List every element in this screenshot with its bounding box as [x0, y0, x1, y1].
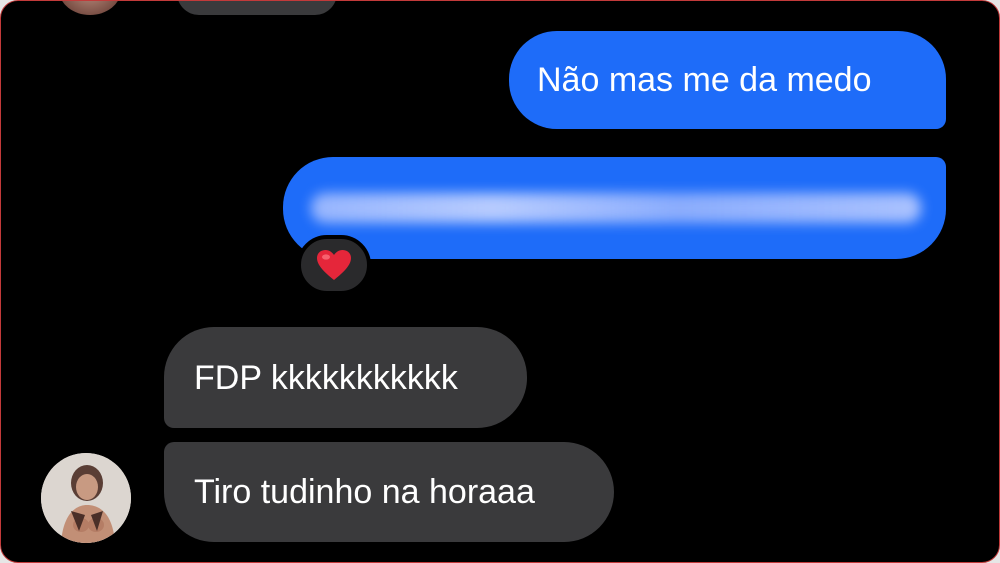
sent-message-bubble-blurred[interactable]	[283, 157, 946, 259]
heart-reaction[interactable]	[297, 235, 371, 295]
received-message-bubble[interactable]: FDP kkkkkkkkkkk	[164, 327, 527, 428]
contact-avatar[interactable]	[41, 453, 131, 543]
contact-avatar-partial	[59, 1, 121, 15]
sent-message-bubble[interactable]: Não mas me da medo	[509, 31, 946, 129]
received-bubble-partial	[177, 1, 337, 15]
message-text: Tiro tudinho na horaaa	[194, 473, 535, 511]
message-text: FDP kkkkkkkkkkk	[194, 358, 458, 397]
received-message-bubble[interactable]: Tiro tudinho na horaaa	[164, 442, 614, 542]
blurred-message-text	[311, 193, 921, 223]
message-text: Não mas me da medo	[537, 61, 872, 99]
red-heart-icon	[317, 250, 351, 280]
avatar-photo	[41, 453, 131, 543]
chat-frame: Não mas me da medo FDP kkkkkkkkkkk Tiro …	[0, 0, 1000, 563]
